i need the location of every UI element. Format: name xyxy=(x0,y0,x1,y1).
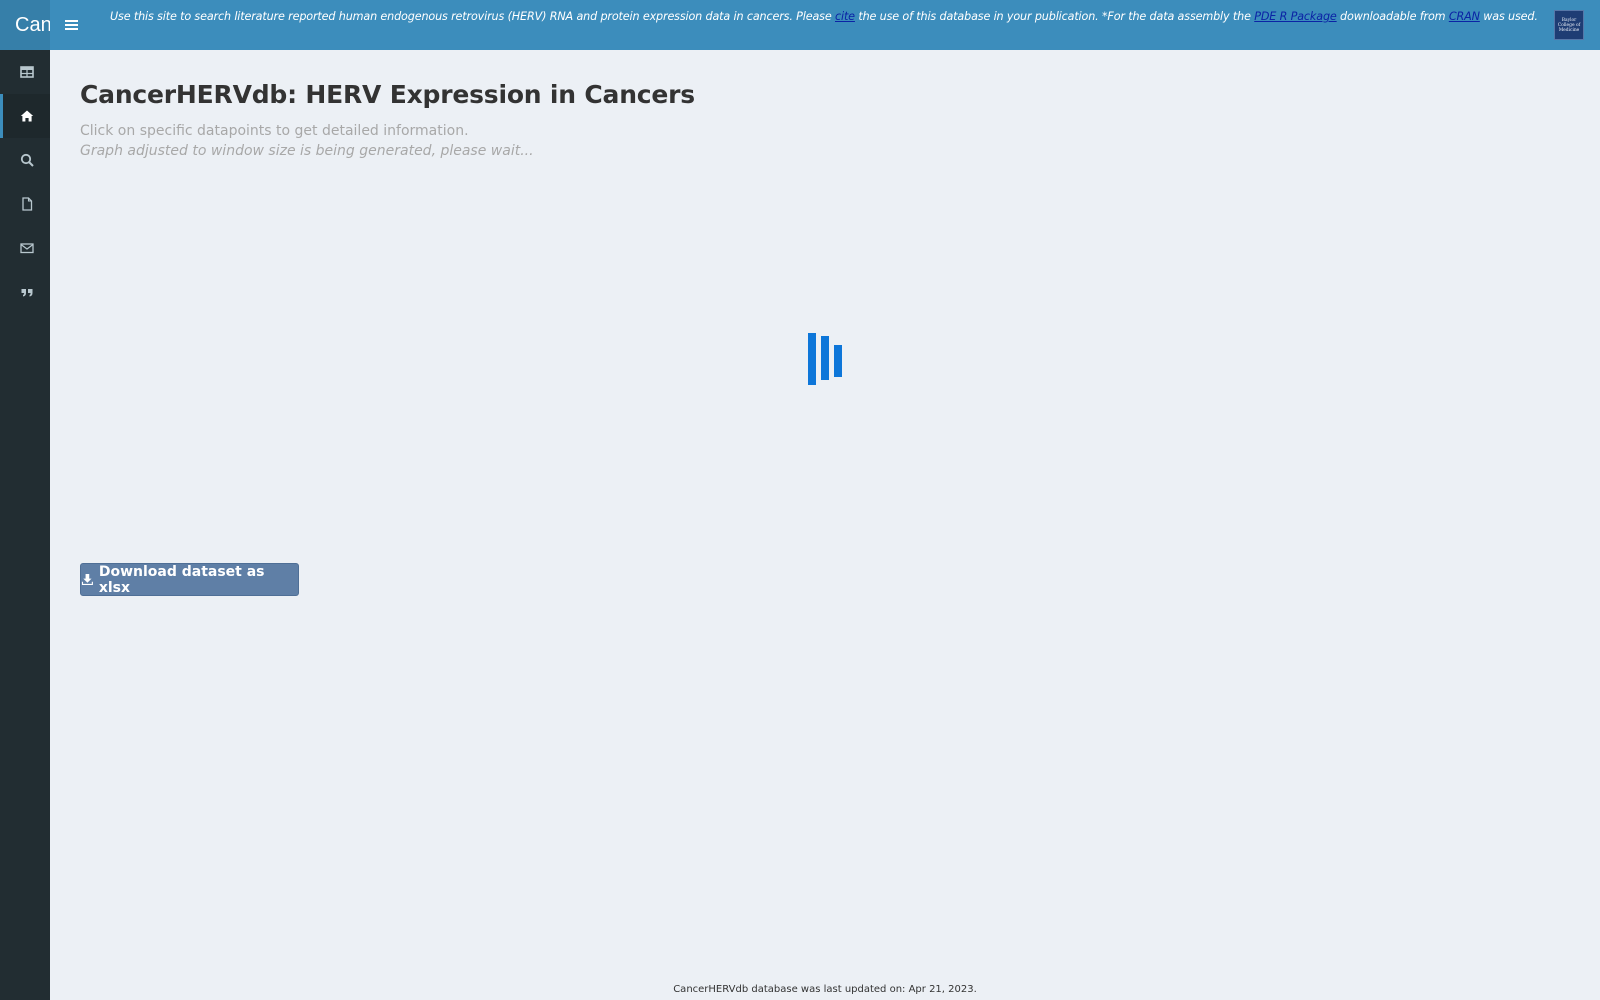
loading-spinner-icon xyxy=(808,331,844,385)
sidebar-item-search[interactable] xyxy=(0,138,50,182)
header-banner: Use this site to search literature repor… xyxy=(110,10,1538,23)
baylor-logo[interactable]: Baylor College of Medicine xyxy=(1554,10,1584,40)
footer-update-text: CancerHERVdb database was last updated o… xyxy=(673,984,977,995)
sidebar-item-cite[interactable] xyxy=(0,270,50,314)
main-header: CancerHERVdb Use this site to search lit… xyxy=(0,0,1600,50)
sidebar-item-document[interactable] xyxy=(0,182,50,226)
sidebar-item-table[interactable] xyxy=(0,50,50,94)
download-icon xyxy=(81,574,93,585)
file-icon xyxy=(21,197,32,211)
cite-link[interactable]: cite xyxy=(835,10,855,23)
table-icon xyxy=(19,66,34,78)
envelope-icon xyxy=(19,243,34,254)
cran-link[interactable]: CRAN xyxy=(1449,10,1480,23)
pde-package-link[interactable]: PDE R Package xyxy=(1254,10,1337,23)
page-title: CancerHERVdb: HERV Expression in Cancers xyxy=(80,80,695,109)
brand-logo[interactable]: CancerHERVdb xyxy=(0,0,50,50)
sidebar xyxy=(0,50,50,1000)
hamburger-menu-icon xyxy=(64,20,78,30)
sidebar-item-contact[interactable] xyxy=(0,226,50,270)
home-icon xyxy=(20,110,33,122)
sidebar-toggle-button[interactable] xyxy=(58,15,84,35)
quote-icon xyxy=(21,289,32,297)
search-icon xyxy=(20,153,34,167)
loading-message: Graph adjusted to window size is being g… xyxy=(80,143,534,159)
download-xlsx-button[interactable]: Download dataset as xlsx xyxy=(80,563,299,596)
instruction-text: Click on specific datapoints to get deta… xyxy=(80,123,469,139)
sidebar-item-home[interactable] xyxy=(0,94,50,138)
main-content: CancerHERVdb: HERV Expression in Cancers… xyxy=(50,50,1600,1000)
download-button-label: Download dataset as xlsx xyxy=(98,563,265,596)
